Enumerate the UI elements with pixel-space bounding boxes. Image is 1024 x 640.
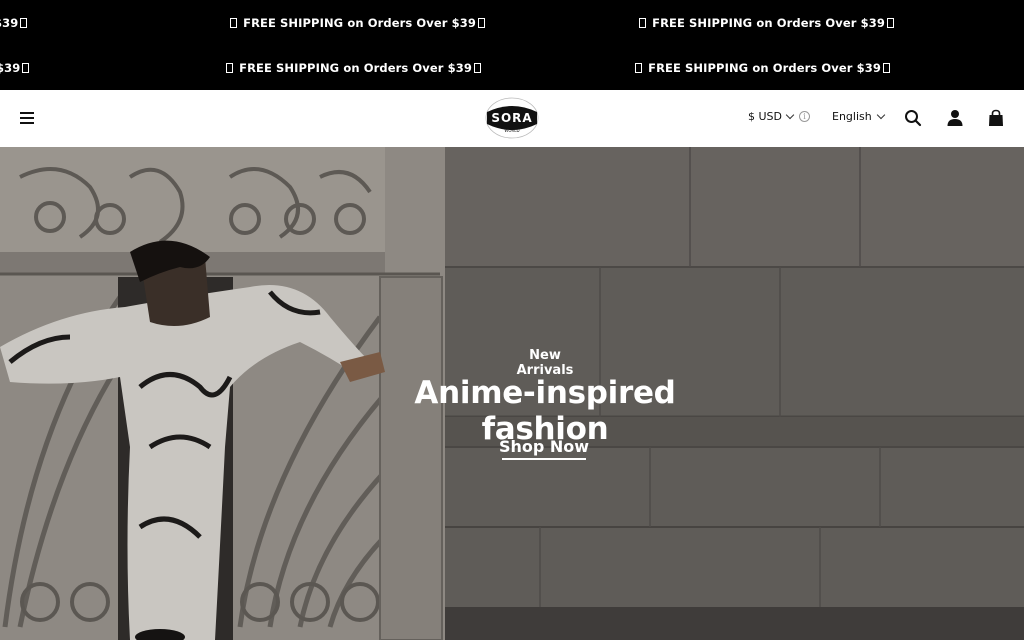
announcement-fragment: $39 <box>0 16 29 30</box>
search-icon[interactable] <box>904 109 922 127</box>
info-icon[interactable]: i <box>799 111 810 122</box>
svg-text:SORA: SORA <box>491 111 532 125</box>
hero-image <box>0 147 1024 640</box>
announcement-bar-bottom: $39 FREE SHIPPING on Orders Over $39 FRE… <box>0 45 1024 90</box>
shop-now-link[interactable]: Shop Now <box>496 437 592 456</box>
announcement-fragment: $39 <box>0 61 31 75</box>
hero-banner: New Arrivals Anime-inspired fashion Shop… <box>0 147 1024 640</box>
emoji-placeholder-icon <box>473 62 481 73</box>
chevron-down-icon <box>876 110 885 119</box>
emoji-placeholder-icon <box>230 17 237 28</box>
menu-icon[interactable] <box>20 112 34 124</box>
language-selector[interactable]: English <box>832 110 885 123</box>
announcement-bar-top: $39 FREE SHIPPING on Orders Over $39 FRE… <box>0 0 1024 45</box>
emoji-placeholder-icon <box>22 62 30 73</box>
chevron-down-icon <box>785 110 795 119</box>
cart-icon[interactable] <box>987 109 1005 127</box>
emoji-placeholder-icon <box>20 17 28 28</box>
emoji-placeholder-icon <box>226 62 233 73</box>
svg-text:WORLD: WORLD <box>504 128 519 133</box>
announcement-message: FREE SHIPPING on Orders Over $39 <box>633 61 892 75</box>
announcement-message: FREE SHIPPING on Orders Over $39 <box>224 61 483 75</box>
announcement-message: FREE SHIPPING on Orders Over $39 <box>637 16 896 30</box>
account-icon[interactable] <box>946 109 964 127</box>
site-header: SORA WORLD $ USD English <box>0 90 1024 147</box>
emoji-placeholder-icon <box>882 62 890 73</box>
currency-label: $ USD <box>748 110 782 123</box>
currency-selector[interactable]: $ USD <box>748 110 795 123</box>
emoji-placeholder-icon <box>635 62 642 73</box>
emoji-placeholder-icon <box>886 17 894 28</box>
emoji-placeholder-icon <box>639 17 646 28</box>
language-label: English <box>832 110 872 123</box>
site-logo[interactable]: SORA WORLD <box>483 96 541 140</box>
announcement-message: FREE SHIPPING on Orders Over $39 <box>228 16 487 30</box>
emoji-placeholder-icon <box>477 17 485 28</box>
